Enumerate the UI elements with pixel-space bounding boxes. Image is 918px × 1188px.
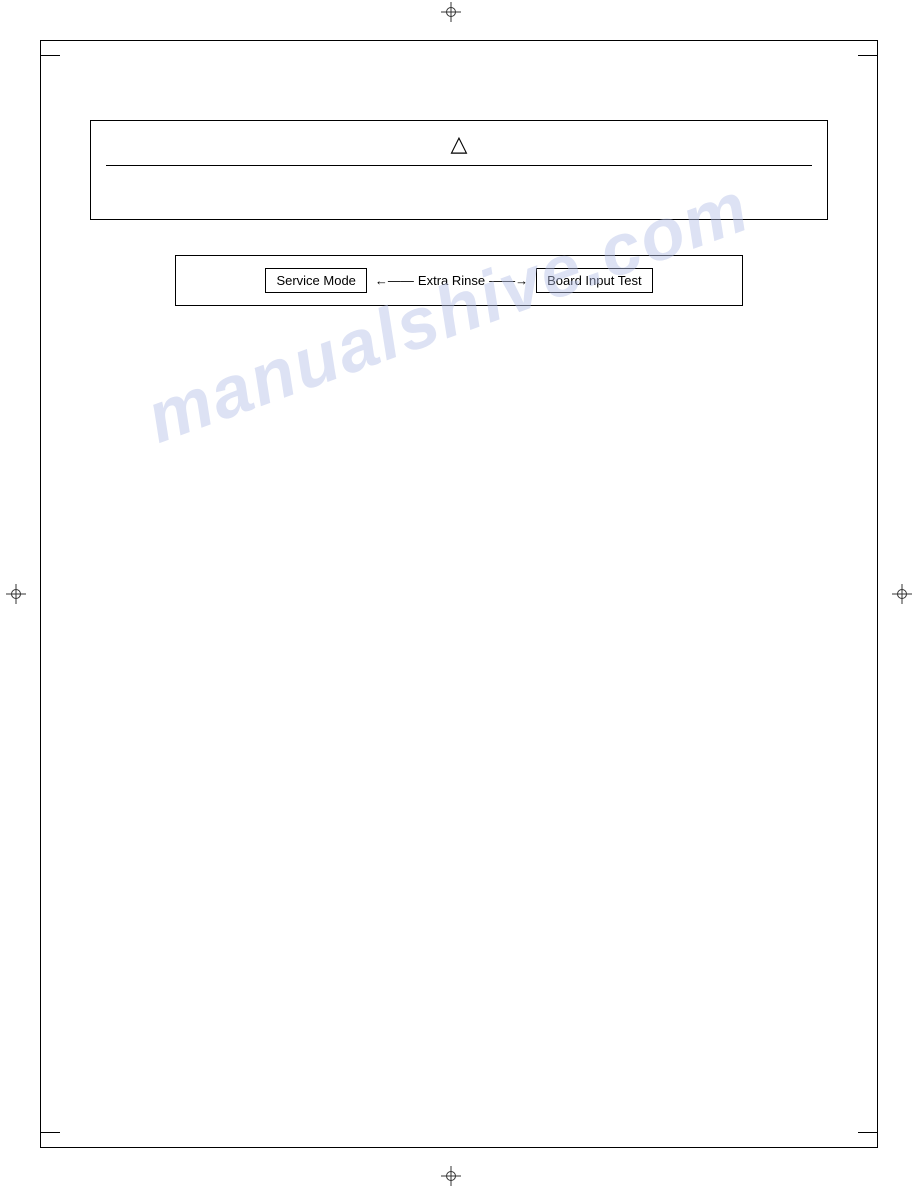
warning-content bbox=[106, 174, 812, 204]
warning-box: △ bbox=[90, 120, 828, 220]
tick-top-left bbox=[40, 55, 60, 56]
diagram-board-input-test: Board Input Test bbox=[536, 268, 652, 293]
diagram-box: Service Mode ←—— Extra Rinse ——→ Board I… bbox=[175, 255, 743, 306]
page-border-left bbox=[40, 40, 41, 1148]
tick-bottom-left bbox=[40, 1132, 60, 1133]
page-border-bottom bbox=[40, 1147, 878, 1148]
crosshair-right-center bbox=[892, 584, 912, 604]
warning-top-bar: △ bbox=[106, 131, 812, 166]
warning-icon: △ bbox=[451, 131, 468, 157]
tick-bottom-right bbox=[858, 1132, 878, 1133]
crosshair-bottom-center bbox=[441, 1166, 461, 1186]
service-mode-label: Service Mode bbox=[265, 268, 366, 293]
tick-top-right bbox=[858, 55, 878, 56]
arrow-left-symbol: ←—— bbox=[375, 273, 414, 288]
diagram-service-mode: Service Mode bbox=[265, 268, 366, 293]
crosshair-top-center bbox=[441, 2, 461, 22]
page-border-top bbox=[40, 40, 878, 41]
page-border-right bbox=[877, 40, 878, 1148]
arrow-right-symbol: ——→ bbox=[489, 273, 528, 288]
board-input-test-label: Board Input Test bbox=[536, 268, 652, 293]
diagram-arrow-left: ←—— Extra Rinse ——→ bbox=[375, 273, 528, 288]
extra-rinse-label: Extra Rinse bbox=[418, 273, 485, 288]
crosshair-left-center bbox=[6, 584, 26, 604]
